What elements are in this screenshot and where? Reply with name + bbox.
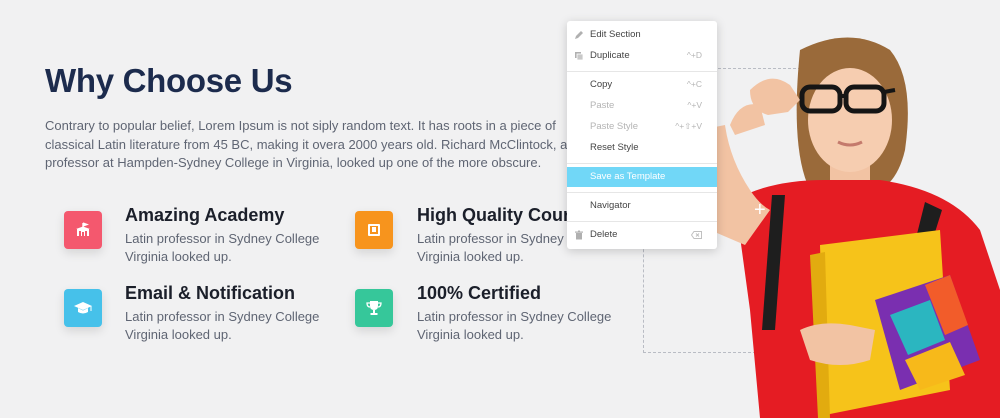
menu-item-delete[interactable]: Delete xyxy=(567,225,717,245)
feature-title: Amazing Academy xyxy=(125,205,285,225)
menu-item-paste[interactable]: Paste ^+V xyxy=(567,96,717,116)
menu-item-reset-style[interactable]: Reset Style xyxy=(567,138,717,158)
feature-description: Latin professor in Sydney College Virgin… xyxy=(125,231,320,264)
section-title: Why Choose Us xyxy=(45,62,293,99)
menu-item-label: Paste xyxy=(590,100,615,111)
pencil-icon xyxy=(575,31,583,39)
intro-text: Contrary to popular belief, Lorem Ipsum … xyxy=(45,118,600,170)
menu-item-duplicate[interactable]: Duplicate ^+D xyxy=(567,46,717,66)
menu-divider xyxy=(567,71,717,72)
menu-item-label: Copy xyxy=(590,79,613,90)
menu-item-edit-section[interactable]: Edit Section xyxy=(567,25,717,45)
menu-item-shortcut: ^+⇧+V xyxy=(675,121,702,131)
menu-item-label: Reset Style xyxy=(590,142,639,153)
drag-crosshair-icon: + xyxy=(754,199,766,221)
menu-divider xyxy=(567,192,717,193)
context-menu: Edit Section Duplicate ^+D Copy ^+C Past… xyxy=(567,21,717,249)
menu-divider xyxy=(567,221,717,222)
academy-icon xyxy=(64,211,102,249)
menu-divider xyxy=(567,163,717,164)
trash-icon xyxy=(575,230,583,240)
menu-item-shortcut: ^+D xyxy=(686,50,702,60)
feature-title: 100% Certified xyxy=(417,283,542,303)
book-icon xyxy=(355,211,393,249)
menu-item-shortcut: ^+V xyxy=(687,100,702,110)
menu-item-label: Edit Section xyxy=(590,29,641,40)
graduation-cap-icon xyxy=(64,289,102,327)
menu-item-paste-style[interactable]: Paste Style ^+⇧+V xyxy=(567,117,717,137)
menu-item-label: Duplicate xyxy=(590,50,630,61)
menu-item-label: Delete xyxy=(590,229,618,240)
menu-item-label: Save as Template xyxy=(590,171,666,182)
menu-item-copy[interactable]: Copy ^+C xyxy=(567,75,717,95)
duplicate-icon xyxy=(575,52,584,61)
menu-item-save-as-template[interactable]: Save as Template xyxy=(567,167,717,187)
menu-item-label: Navigator xyxy=(590,200,631,211)
menu-item-navigator[interactable]: Navigator xyxy=(567,196,717,216)
feature-title: Email & Notification xyxy=(125,283,296,303)
feature-description: Latin professor in Sydney College Virgin… xyxy=(417,309,612,342)
menu-item-label: Paste Style xyxy=(590,121,639,132)
trophy-icon xyxy=(355,289,393,327)
delete-key-icon xyxy=(691,231,702,239)
feature-title: High Quality Course xyxy=(417,205,567,225)
menu-item-shortcut: ^+C xyxy=(686,79,702,89)
feature-description: Latin professor in Sydney College Virgin… xyxy=(125,309,320,342)
